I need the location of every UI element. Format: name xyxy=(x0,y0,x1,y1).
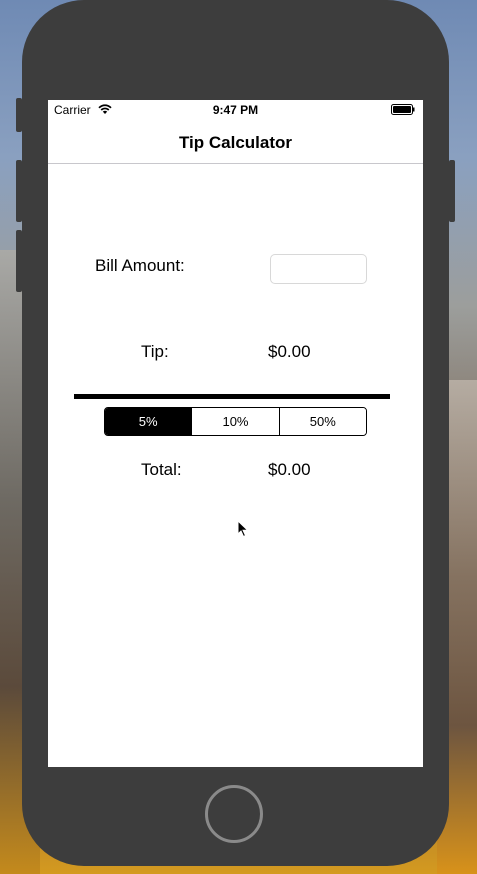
phone-screen: Carrier 9:47 PM Tip Calculator Bill Amou… xyxy=(48,100,423,767)
bill-amount-input[interactable] xyxy=(270,254,367,284)
page-title: Tip Calculator xyxy=(178,133,293,152)
segment-10-percent[interactable]: 10% xyxy=(191,408,279,435)
segment-5-percent[interactable]: 5% xyxy=(105,408,192,435)
divider xyxy=(74,394,390,399)
tip-value: $0.00 xyxy=(268,342,311,361)
status-time: 9:47 PM xyxy=(212,103,259,117)
volume-up-button xyxy=(16,160,22,222)
mouse-pointer-icon xyxy=(237,520,249,538)
mute-switch xyxy=(16,98,22,132)
segment-50-percent[interactable]: 50% xyxy=(278,408,366,435)
power-button xyxy=(449,160,455,222)
status-bar: Carrier 9:47 PM xyxy=(48,100,423,120)
navigation-bar: Tip Calculator xyxy=(48,120,423,164)
bill-amount-label: Bill Amount: xyxy=(95,256,185,275)
battery-full-icon xyxy=(391,104,415,115)
home-button[interactable] xyxy=(205,785,263,843)
total-value: $0.00 xyxy=(268,460,311,479)
volume-down-button xyxy=(16,230,22,292)
total-label: Total: xyxy=(141,460,182,479)
tip-percentage-segmented-control[interactable]: 5% 10% 50% xyxy=(104,407,367,436)
tip-label: Tip: xyxy=(141,342,169,361)
